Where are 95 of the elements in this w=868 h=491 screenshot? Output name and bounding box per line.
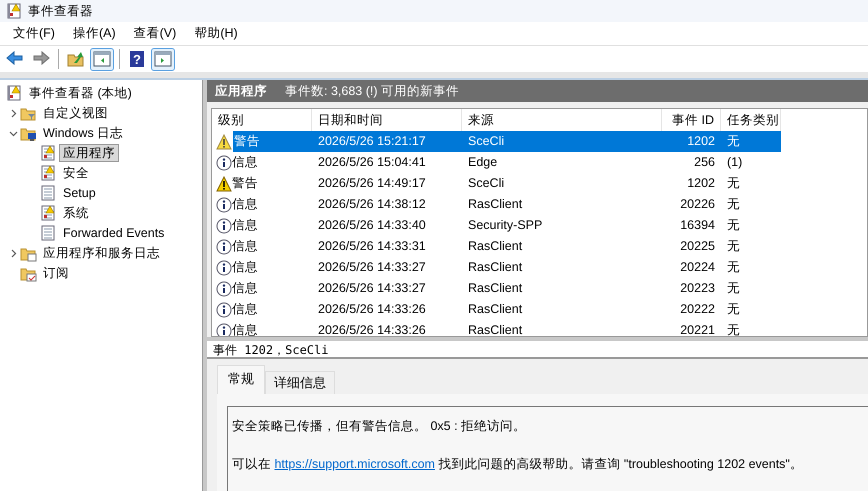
- table-cell-text: 2026/5/26 14:49:17: [317, 175, 427, 192]
- table-cell-text: 信息: [232, 280, 258, 297]
- table-cell-text: 2026/5/26 14:33:26: [317, 301, 427, 318]
- toolbar-button[interactable]: [151, 48, 175, 70]
- table-cell-text: 2026/5/26 15:04:41: [317, 154, 427, 171]
- warning-icon: [216, 176, 232, 192]
- log-warning-icon: [40, 164, 57, 182]
- table-cell-text: 2026/5/26 14:33:26: [317, 322, 427, 336]
- table-cell-text: 信息: [232, 322, 258, 336]
- table-cell-text: 无: [726, 259, 741, 276]
- log-warning-icon: [40, 204, 57, 222]
- table-cell: SceCli: [462, 131, 662, 152]
- table-cell-text: 信息: [232, 154, 258, 171]
- table-cell-text: 信息: [232, 301, 258, 318]
- tree-item[interactable]: 自定义视图: [39, 104, 112, 122]
- table-cell-text: 20224: [679, 259, 716, 276]
- table-cell-text: 2026/5/26 14:33:31: [317, 238, 427, 255]
- tab[interactable]: 详细信息: [265, 371, 335, 394]
- tree-item[interactable]: 安全: [59, 164, 93, 182]
- table-cell-text: 2026/5/26 14:33:27: [317, 259, 427, 276]
- table-cell-text: RasClient: [467, 238, 524, 255]
- table-cell-text: 256: [693, 154, 716, 171]
- table-cell: 无: [721, 131, 781, 152]
- log-icon: [40, 184, 57, 202]
- menu-item[interactable]: 查看(V): [124, 22, 186, 45]
- table-cell-text: 20225: [679, 238, 716, 255]
- table-cell-text: RasClient: [467, 196, 524, 213]
- table-cell-text: 20222: [679, 301, 716, 318]
- help-link[interactable]: https://support.microsoft.com: [274, 456, 435, 470]
- window-title: 事件查看器: [28, 2, 93, 20]
- menu-item[interactable]: 帮助(H): [185, 22, 247, 45]
- table-cell-text: RasClient: [467, 322, 524, 336]
- table-cell-text: 16394: [679, 217, 716, 234]
- table-cell: 2026/5/26 15:21:17: [312, 131, 462, 152]
- info-icon: [216, 196, 232, 212]
- info-icon: [216, 260, 232, 276]
- warning-icon: [216, 134, 232, 150]
- tree-item[interactable]: 订阅: [39, 264, 73, 282]
- info-icon: [216, 302, 232, 318]
- table-cell-text: Security-SPP: [467, 217, 544, 234]
- help-text: 可以在 https://support.microsoft.com 找到此问题的高级帮助。请查询 "troubleshooting 1202 events"。: [232, 456, 804, 473]
- info-icon: [216, 238, 232, 254]
- tree-item[interactable]: 事件查看器 (本地): [25, 84, 136, 102]
- table-cell-text: 无: [726, 280, 741, 297]
- info-icon: [216, 218, 232, 234]
- table-cell-text: Edge: [467, 154, 498, 171]
- tree-item[interactable]: 应用程序: [59, 144, 119, 162]
- table-cell: 1202: [662, 131, 721, 152]
- pane-icon: [92, 49, 112, 69]
- table-cell-text: 无: [726, 175, 741, 192]
- tree-item[interactable]: 应用程序和服务日志: [39, 244, 164, 262]
- table-cell-text: 警告: [233, 133, 261, 150]
- table-cell-text: 无: [726, 217, 741, 234]
- table-cell-text: 20223: [679, 280, 716, 297]
- menu-item[interactable]: 文件(F): [4, 22, 64, 45]
- table-cell-text: 20221: [679, 322, 716, 336]
- toolbar-button[interactable]: [90, 48, 114, 70]
- chevron-right-icon[interactable]: [8, 248, 18, 258]
- message-text: 安全策略已传播，但有警告信息。 0x5 : 拒绝访问。: [232, 418, 528, 435]
- tree-item[interactable]: Windows 日志: [39, 124, 128, 142]
- table-cell-text: 信息: [232, 196, 258, 213]
- table-cell-text: 无: [726, 238, 741, 255]
- table-cell-text: 警告: [232, 175, 258, 192]
- event-count: 事件数: 3,683 (!) 可用的新事件: [285, 82, 459, 100]
- table-cell-text: 2026/5/26 14:38:12: [317, 196, 427, 213]
- pane-icon: [153, 49, 173, 69]
- table-cell-text: 无: [726, 301, 741, 318]
- table-cell-text: 2026/5/26 14:33:40: [317, 217, 427, 234]
- table-cell-text: SceCli: [467, 175, 506, 192]
- log-title: 应用程序: [215, 82, 267, 100]
- table-cell-text: 信息: [232, 238, 258, 255]
- table-cell-text: (1): [726, 154, 744, 171]
- table-cell-text: 20226: [679, 196, 716, 213]
- info-icon: [216, 280, 232, 296]
- tree-item[interactable]: 系统: [59, 204, 93, 222]
- table-cell-text: RasClient: [467, 259, 524, 276]
- tab[interactable]: 常规: [217, 365, 265, 394]
- log-icon: [6, 84, 23, 102]
- tree-item[interactable]: Setup: [59, 184, 100, 202]
- tree-item[interactable]: Forwarded Events: [59, 224, 168, 242]
- app-icon: [6, 3, 22, 19]
- table-cell-text: 无: [726, 196, 741, 213]
- table-cell-text: 1202: [686, 175, 716, 192]
- chevron-right-icon[interactable]: [8, 108, 18, 118]
- log-icon: [40, 224, 57, 242]
- menu-item[interactable]: 操作(A): [64, 22, 125, 45]
- log-warning-icon: [40, 144, 57, 162]
- table-cell-text: 无: [726, 322, 741, 336]
- info-icon: [216, 154, 232, 170]
- table-cell-text: 信息: [232, 259, 258, 276]
- table-cell-text: 信息: [232, 217, 258, 234]
- table-cell-text: RasClient: [467, 280, 524, 297]
- table-cell-text: RasClient: [467, 301, 524, 318]
- table-cell-text: 2026/5/26 14:33:27: [317, 280, 427, 297]
- chevron-down-icon[interactable]: [8, 128, 18, 138]
